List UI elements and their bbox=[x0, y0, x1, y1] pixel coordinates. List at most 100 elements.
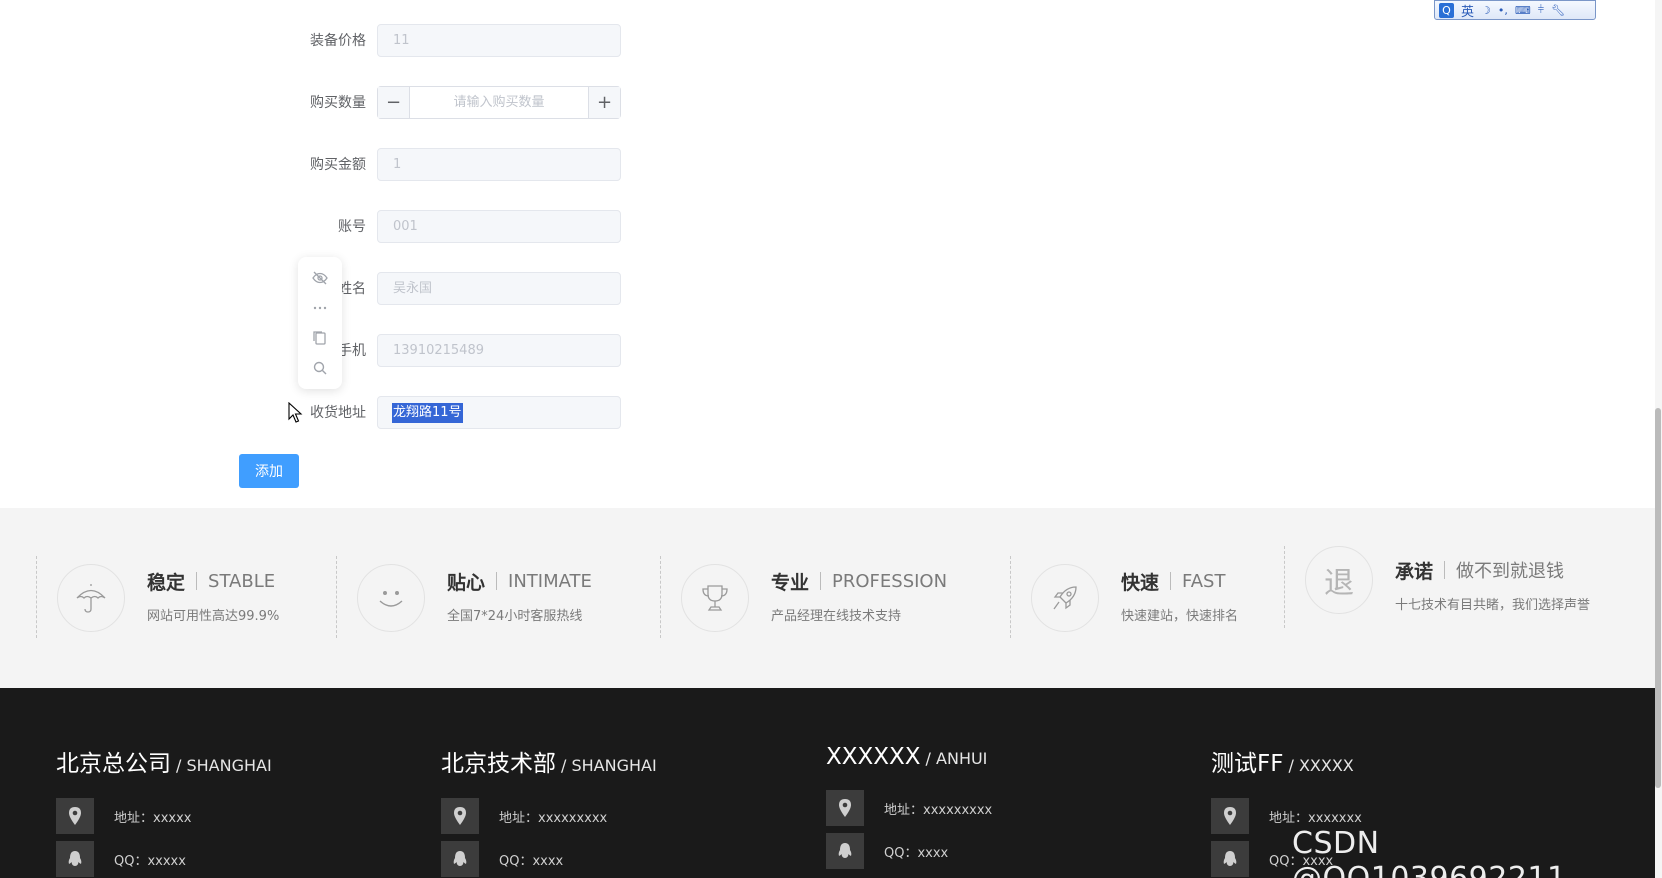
ime-logo-icon[interactable]: Q bbox=[1439, 2, 1454, 18]
feature-subtitle: INTIMATE bbox=[508, 570, 592, 592]
feature-title-separator bbox=[196, 572, 198, 590]
office-qq: QQ：xxxx bbox=[499, 853, 564, 869]
feature-intimate: 贴心 INTIMATE 全国7*24小时客服热线 bbox=[357, 557, 592, 639]
office-name: 北京总公司 bbox=[56, 751, 171, 777]
quantity-input[interactable]: 请输入购买数量 bbox=[410, 87, 588, 118]
equipment-purchase-form: 装备价格 11 购买数量 − 请输入购买数量 + 购买金额 1 账号 001 姓… bbox=[0, 0, 1662, 508]
name-input[interactable]: 吴永国 bbox=[377, 271, 621, 305]
feature-desc: 十七技术有目共睹，我们选择声誉 bbox=[1395, 597, 1591, 613]
office-address: 地址：xxxxxxx bbox=[1269, 810, 1362, 826]
feature-title-separator bbox=[1444, 561, 1446, 579]
feature-title: 快速 bbox=[1121, 571, 1160, 594]
office-qq: QQ：xxxxx bbox=[114, 853, 186, 869]
rocket-icon bbox=[1031, 564, 1099, 632]
feature-subtitle: PROFESSION bbox=[832, 570, 948, 592]
address-input[interactable]: 龙翔路11号 bbox=[377, 395, 621, 429]
office-card: XXXXXX / ANHUI 地址：xxxxxxxxx QQ：xxxx bbox=[826, 744, 992, 869]
quantity-label: 购买数量 bbox=[310, 95, 366, 111]
smile-icon bbox=[357, 564, 425, 632]
copy-icon[interactable] bbox=[310, 328, 330, 348]
feature-desc: 快速建站，快速排名 bbox=[1121, 608, 1239, 624]
qq-penguin-icon bbox=[826, 833, 864, 869]
feature-title-separator bbox=[496, 572, 498, 590]
account-label: 账号 bbox=[338, 219, 366, 235]
feature-subtitle: STABLE bbox=[208, 570, 276, 592]
feature-divider bbox=[1010, 556, 1011, 638]
umbrella-icon bbox=[57, 564, 125, 632]
form-row-price: 装备价格 11 bbox=[260, 23, 621, 57]
feature-divider bbox=[36, 556, 37, 638]
feature-desc: 全国7*24小时客服热线 bbox=[447, 608, 583, 624]
office-region: / SHANGHAI bbox=[176, 756, 272, 775]
feature-desc: 产品经理在线技术支持 bbox=[771, 608, 902, 624]
selected-address-text: 龙翔路11号 bbox=[392, 402, 463, 423]
qq-penguin-icon bbox=[441, 841, 479, 877]
office-name: 北京技术部 bbox=[441, 751, 556, 777]
features-band: 稳定 STABLE 网站可用性高达99.9% 贴心 INTIMATE 全国7*2… bbox=[0, 508, 1655, 688]
location-pin-icon bbox=[826, 790, 864, 826]
add-button[interactable]: 添加 bbox=[239, 454, 299, 488]
amount-label: 购买金额 bbox=[310, 157, 366, 173]
feature-title: 稳定 bbox=[147, 571, 186, 594]
ime-mode-toggle[interactable]: 英 bbox=[1461, 1, 1474, 20]
phone-input[interactable]: 13910215489 bbox=[377, 333, 621, 367]
office-card: 北京技术部 / SHANGHAI 地址：xxxxxxxxx QQ：xxxx bbox=[441, 744, 657, 877]
feature-fast: 快速 FAST 快速建站，快速排名 bbox=[1031, 557, 1238, 639]
address-label: 收货地址 bbox=[310, 405, 366, 421]
qq-penguin-icon bbox=[1211, 841, 1249, 877]
location-pin-icon bbox=[56, 798, 94, 834]
feature-divider bbox=[336, 556, 337, 638]
decrement-button[interactable]: − bbox=[378, 86, 410, 118]
selection-toolbar bbox=[298, 257, 342, 389]
feature-title-separator bbox=[820, 572, 822, 590]
csdn-watermark: CSDN @QQ1039692211 bbox=[1292, 826, 1566, 878]
price-label: 装备价格 bbox=[310, 33, 366, 49]
feature-stable: 稳定 STABLE 网站可用性高达99.9% bbox=[57, 557, 279, 639]
feature-promise: 退 承诺 做不到就退钱 十七技术有目共睹，我们选择声誉 bbox=[1305, 546, 1595, 628]
office-address: 地址：xxxxxxxxx bbox=[499, 810, 608, 826]
hide-eye-icon[interactable] bbox=[310, 268, 330, 288]
trophy-icon bbox=[681, 564, 749, 632]
office-region: / XXXXX bbox=[1288, 756, 1354, 775]
refund-icon: 退 bbox=[1305, 546, 1373, 614]
location-pin-icon bbox=[1211, 798, 1249, 834]
keyboard-icon[interactable]: ⌨ bbox=[1515, 4, 1531, 17]
office-address: 地址：xxxxxxxxx bbox=[884, 802, 993, 818]
form-row-account: 账号 001 bbox=[260, 209, 621, 243]
split-icon[interactable]: ⫩ bbox=[1538, 3, 1544, 17]
moon-icon[interactable]: ☽ bbox=[1481, 4, 1491, 17]
mouse-cursor-icon bbox=[288, 402, 303, 423]
feature-divider bbox=[1284, 546, 1285, 628]
feature-divider bbox=[660, 556, 661, 638]
office-name: XXXXXX bbox=[826, 744, 921, 770]
feature-title: 承诺 bbox=[1395, 560, 1434, 583]
price-input[interactable]: 11 bbox=[377, 23, 621, 57]
punctuation-icon[interactable]: •, bbox=[1498, 4, 1508, 17]
office-region: / ANHUI bbox=[925, 749, 988, 768]
office-name: 测试FF bbox=[1211, 751, 1284, 777]
feature-title: 专业 bbox=[771, 571, 810, 594]
office-region: / SHANGHAI bbox=[561, 756, 657, 775]
location-pin-icon bbox=[441, 798, 479, 834]
increment-button[interactable]: + bbox=[588, 86, 620, 118]
feature-subtitle: FAST bbox=[1182, 570, 1226, 592]
amount-input[interactable]: 1 bbox=[377, 147, 621, 181]
feature-subtitle: 做不到就退钱 bbox=[1456, 561, 1565, 582]
search-icon[interactable] bbox=[310, 358, 330, 378]
more-icon[interactable] bbox=[310, 298, 330, 318]
account-input[interactable]: 001 bbox=[377, 209, 621, 243]
ime-toolbar: Q 英 ☽ •, ⌨ ⫩ 🔧︎ bbox=[1434, 0, 1596, 20]
page-scrollbar[interactable] bbox=[1655, 0, 1662, 878]
scrollbar-thumb[interactable] bbox=[1655, 408, 1661, 788]
qq-penguin-icon bbox=[56, 841, 94, 877]
office-card: 北京总公司 / SHANGHAI 地址：xxxxx QQ：xxxxx bbox=[56, 744, 272, 877]
form-row-amount: 购买金额 1 bbox=[260, 147, 621, 181]
quantity-stepper: − 请输入购买数量 + bbox=[377, 85, 621, 119]
feature-profession: 专业 PROFESSION 产品经理在线技术支持 bbox=[681, 557, 947, 639]
office-qq: QQ：xxxx bbox=[884, 845, 949, 861]
office-address: 地址：xxxxx bbox=[114, 810, 192, 826]
wrench-icon[interactable]: 🔧︎ bbox=[1551, 4, 1565, 17]
feature-title-separator bbox=[1170, 572, 1172, 590]
form-row-quantity: 购买数量 − 请输入购买数量 + bbox=[260, 85, 621, 119]
feature-title: 贴心 bbox=[447, 571, 486, 594]
